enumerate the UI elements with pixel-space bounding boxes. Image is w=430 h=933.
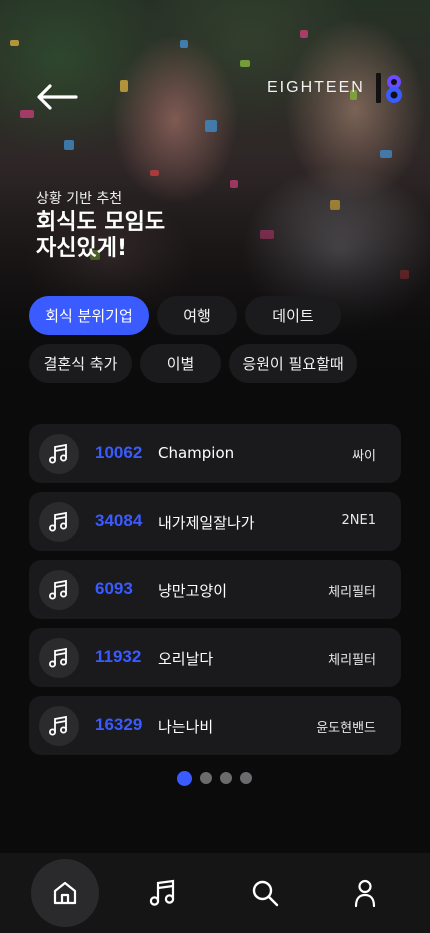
song-title: 나는나비 bbox=[158, 718, 214, 736]
song-number: 16329 bbox=[95, 715, 143, 734]
music-note-icon bbox=[39, 706, 79, 746]
song-artist: 체리필터 bbox=[328, 653, 376, 668]
song-artist: 2NE1 bbox=[341, 513, 376, 528]
section-headline: 회식도 모임도 자신있게! bbox=[36, 210, 236, 262]
chip-travel[interactable]: 여행 bbox=[157, 296, 237, 335]
section-subtitle: 상황 기반 추천 bbox=[36, 191, 123, 207]
song-list: 10062 Champion 싸이 34084 내가제일잘나가 2NE1 609… bbox=[29, 424, 401, 764]
chip-wedding-song[interactable]: 결혼식 축가 bbox=[29, 344, 132, 383]
song-title: 내가제일잘나가 bbox=[158, 514, 255, 532]
song-row[interactable]: 10062 Champion 싸이 bbox=[29, 424, 401, 483]
bottom-tab-bar bbox=[0, 853, 430, 933]
song-title: 냥만고양이 bbox=[158, 582, 228, 600]
back-button[interactable] bbox=[36, 84, 78, 110]
song-row[interactable]: 11932 오리날다 체리필터 bbox=[29, 628, 401, 687]
music-note-icon bbox=[149, 879, 175, 906]
song-artist: 체리필터 bbox=[328, 585, 376, 600]
headline-line-1: 회식도 모임도 bbox=[36, 210, 166, 235]
tab-music[interactable] bbox=[129, 859, 197, 927]
music-note-icon bbox=[39, 434, 79, 474]
song-row[interactable]: 16329 나는나비 윤도현밴드 bbox=[29, 696, 401, 755]
pagination-dot-2[interactable] bbox=[200, 772, 212, 784]
pagination-dots bbox=[177, 770, 260, 786]
search-icon bbox=[252, 880, 279, 907]
song-title: 오리날다 bbox=[158, 650, 214, 668]
song-artist: 윤도현밴드 bbox=[316, 721, 376, 736]
home-icon bbox=[53, 881, 77, 905]
song-number: 6093 bbox=[95, 579, 133, 598]
song-row[interactable]: 6093 냥만고양이 체리필터 bbox=[29, 560, 401, 619]
pagination-dot-4[interactable] bbox=[240, 772, 252, 784]
chip-cheer-up[interactable]: 응원이 필요할때 bbox=[229, 344, 357, 383]
song-number: 34084 bbox=[95, 511, 143, 530]
song-number: 11932 bbox=[95, 647, 142, 666]
pagination-dot-1[interactable] bbox=[177, 770, 192, 786]
arrow-left-icon bbox=[37, 84, 78, 110]
tab-profile[interactable] bbox=[331, 859, 399, 927]
music-note-icon bbox=[39, 570, 79, 610]
chip-date[interactable]: 데이트 bbox=[245, 296, 341, 335]
pagination-dot-3[interactable] bbox=[220, 772, 232, 784]
user-icon bbox=[354, 879, 376, 908]
song-artist: 싸이 bbox=[352, 449, 376, 464]
tab-search[interactable] bbox=[231, 859, 299, 927]
song-row[interactable]: 34084 내가제일잘나가 2NE1 bbox=[29, 492, 401, 551]
tab-home[interactable] bbox=[31, 859, 99, 927]
chip-company-party[interactable]: 회식 분위기업 bbox=[29, 296, 149, 335]
brand: EIGHTEEN bbox=[267, 70, 403, 106]
song-title: Champion bbox=[158, 444, 235, 462]
headline-line-2: 자신있게! bbox=[36, 236, 127, 261]
chip-breakup[interactable]: 이별 bbox=[140, 344, 221, 383]
brand-logo bbox=[373, 70, 403, 106]
music-note-icon bbox=[39, 502, 79, 542]
music-note-icon bbox=[39, 638, 79, 678]
song-number: 10062 bbox=[95, 443, 143, 462]
brand-name: EIGHTEEN bbox=[267, 79, 365, 96]
